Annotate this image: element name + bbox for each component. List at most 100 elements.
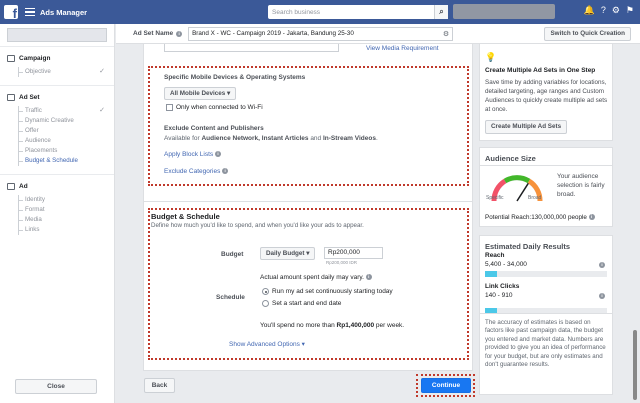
- info-icon[interactable]: i: [365, 274, 372, 281]
- search-icon[interactable]: ⌕: [434, 5, 448, 19]
- gauge-specific-label: Specific: [486, 195, 504, 201]
- sidebar-section-ad: Ad Identity Format Media Links: [0, 174, 114, 243]
- sidebar-item-objective[interactable]: Objective ✓: [7, 67, 114, 77]
- show-advanced-options-link[interactable]: Show Advanced Options ▾: [229, 340, 305, 348]
- lightbulb-icon: 💡: [485, 52, 497, 62]
- schedule-label: Schedule: [216, 294, 245, 301]
- back-button[interactable]: Back: [144, 378, 175, 393]
- budget-amount-input[interactable]: Rp200,000: [324, 247, 383, 259]
- search-input[interactable]: Search business ⌕: [268, 5, 448, 19]
- ad-set-name-label: Ad Set Name: [133, 30, 174, 37]
- help-icon[interactable]: ?: [601, 5, 606, 16]
- switch-quick-creation-button[interactable]: Switch to Quick Creation: [544, 27, 631, 41]
- sidebar-head-ad[interactable]: Ad: [7, 183, 114, 190]
- settings-gear-icon[interactable]: ⚙: [443, 30, 452, 38]
- tip-body: Save time by adding variables for locati…: [485, 79, 608, 113]
- info-icon[interactable]: i: [222, 168, 229, 175]
- info-icon[interactable]: i: [588, 214, 595, 221]
- campaign-icon: [7, 55, 15, 62]
- sidebar: Campaign Objective ✓ Ad Set Traffic ✓ Dyna…: [0, 24, 115, 403]
- ad-set-name-input[interactable]: Brand X - WC - Campaign 2019 - Jakarta, …: [188, 26, 454, 41]
- sidebar-head-campaign[interactable]: Campaign: [7, 55, 114, 62]
- budget-schedule-title: Budget & Schedule: [151, 212, 220, 221]
- clicks-est-label: Link Clicks: [485, 283, 520, 290]
- sidebar-item-label: Format: [25, 206, 45, 213]
- exclude-title: Exclude Content and Publishers: [164, 125, 264, 132]
- exclude-desc-mid: and: [308, 135, 323, 142]
- sidebar-section-adset: Ad Set Traffic ✓ Dynamic Creative Offer A…: [0, 85, 114, 174]
- caret-down-icon: ▾: [227, 90, 231, 97]
- sidebar-item-label: Budget & Schedule: [25, 157, 78, 164]
- sidebar-item-budget-schedule[interactable]: Budget & Schedule: [7, 156, 114, 166]
- exclude-desc-bold: Audience Network, Instant Articles: [201, 135, 309, 142]
- actual-amount-text: Actual amount spent daily may vary.: [260, 274, 364, 281]
- settings-gear-icon[interactable]: ⚙: [612, 5, 620, 16]
- ad-set-header: Ad Set Name i Brand X - WC - Campaign 20…: [116, 24, 640, 44]
- block-lists-label: Apply Block Lists: [164, 151, 214, 158]
- gauge-broad-label: Broad: [528, 195, 542, 201]
- ad-icon: [7, 183, 15, 190]
- sidebar-item-format[interactable]: Format: [7, 205, 114, 215]
- advanced-label: Show Advanced Options: [229, 341, 300, 348]
- highlight-budget-box: [148, 208, 469, 360]
- search-placeholder: Search business: [272, 8, 321, 16]
- info-icon[interactable]: i: [599, 293, 605, 299]
- info-icon[interactable]: i: [214, 151, 221, 158]
- main-panel: View Media Requirement Specific Mobile D…: [143, 44, 473, 371]
- sidebar-item-identity[interactable]: Identity: [7, 195, 114, 205]
- wifi-option[interactable]: Only when connected to Wi-Fi: [166, 104, 263, 111]
- mobile-devices-dropdown[interactable]: All Mobile Devices ▾: [164, 87, 237, 100]
- exclude-categories-label: Exclude Categories: [164, 168, 221, 175]
- exclude-description: Available for Audience Network, Instant …: [164, 135, 378, 142]
- sidebar-item-media[interactable]: Media: [7, 215, 114, 225]
- wifi-checkbox[interactable]: [166, 104, 173, 111]
- close-button[interactable]: Close: [15, 379, 97, 394]
- reach-est-value: 5,400 - 34,000: [485, 261, 527, 268]
- check-icon: ✓: [99, 107, 105, 114]
- budget-label: Budget: [221, 251, 244, 258]
- sidebar-item-dynamic-creative[interactable]: Dynamic Creative: [7, 116, 114, 126]
- reach-est-label: Reach: [485, 252, 505, 259]
- info-icon[interactable]: i: [599, 262, 605, 268]
- flag-icon[interactable]: ⚑: [626, 5, 634, 16]
- notifications-icon[interactable]: 🔔: [584, 5, 595, 16]
- truncated-input[interactable]: [164, 44, 339, 52]
- sidebar-item-audience[interactable]: Audience: [7, 136, 114, 146]
- continuous-label: Run my ad set continuously starting toda…: [272, 288, 393, 296]
- divider: [480, 313, 612, 314]
- sidebar-item-label: Media: [25, 216, 42, 223]
- app-title: Ads Manager: [40, 7, 88, 17]
- menu-icon[interactable]: [25, 7, 35, 17]
- sidebar-item-placements[interactable]: Placements: [7, 146, 114, 156]
- create-multiple-ad-sets-button[interactable]: Create Multiple Ad Sets: [485, 120, 568, 134]
- exclude-desc-bold2: In-Stream Videos: [322, 135, 376, 142]
- audience-description: Your audience selection is fairly broad.: [557, 173, 605, 198]
- sidebar-head-adset[interactable]: Ad Set: [7, 94, 114, 101]
- budget-type-dropdown[interactable]: Daily Budget ▾: [260, 247, 316, 260]
- schedule-option-dates[interactable]: Set a start and end date: [262, 300, 341, 307]
- tip-card: 💡 Create Multiple Ad Sets in One Step Sa…: [479, 44, 613, 141]
- scrollbar[interactable]: [633, 330, 637, 400]
- sidebar-campaign-title: Campaign: [19, 55, 51, 62]
- view-media-requirement-link[interactable]: View Media Requirement: [366, 45, 439, 52]
- facebook-logo-icon[interactable]: f: [4, 5, 18, 21]
- dates-label: Set a start and end date: [272, 300, 342, 308]
- info-icon[interactable]: i: [176, 30, 183, 37]
- account-selector[interactable]: [453, 4, 555, 19]
- check-icon: ✓: [99, 68, 105, 75]
- sidebar-item-links[interactable]: Links: [7, 225, 114, 235]
- sidebar-ad-title: Ad: [19, 183, 28, 190]
- radio-continuous[interactable]: [262, 288, 269, 295]
- sidebar-item-traffic[interactable]: Traffic ✓: [7, 106, 114, 116]
- clicks-est-value: 140 - 910: [485, 292, 513, 299]
- reach-label: Potential Reach:: [485, 214, 532, 221]
- sidebar-account-box: [7, 28, 107, 42]
- exclude-categories-link[interactable]: Exclude Categories i: [164, 168, 229, 175]
- budget-type-value: Daily Budget: [266, 250, 305, 257]
- schedule-option-continuous[interactable]: Run my ad set continuously starting toda…: [262, 288, 393, 295]
- sidebar-item-offer[interactable]: Offer: [7, 126, 114, 136]
- sidebar-item-label: Offer: [25, 127, 39, 134]
- apply-block-lists-link[interactable]: Apply Block Lists i: [164, 151, 221, 158]
- continue-button[interactable]: Continue: [421, 378, 471, 393]
- radio-dates[interactable]: [262, 300, 269, 307]
